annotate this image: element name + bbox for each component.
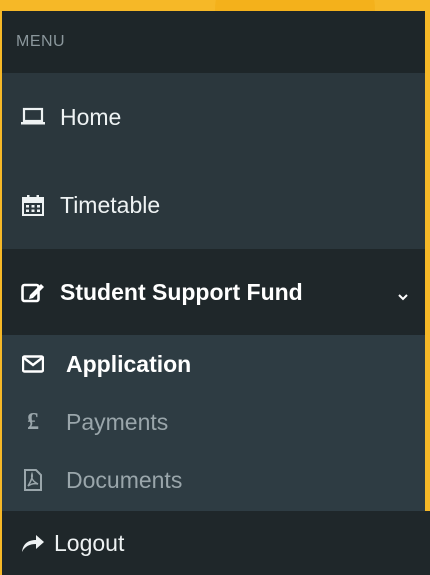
envelope-icon [20, 351, 46, 377]
submenu-item-documents[interactable]: Documents [2, 451, 425, 509]
sidebar-menu: MENU Home Timetable Student Support Fund… [2, 11, 430, 575]
chevron-down-icon[interactable] [395, 284, 411, 301]
logout-button[interactable]: Logout [2, 511, 430, 575]
submenu-item-label: Application [66, 350, 192, 377]
pdf-file-icon [20, 467, 46, 493]
laptop-icon [20, 104, 46, 130]
submenu: Application £ Payments Documents [2, 335, 425, 515]
submenu-item-label: Documents [66, 466, 183, 493]
share-arrow-icon [20, 530, 50, 556]
sidebar-item-home[interactable]: Home [2, 73, 425, 161]
pound-icon: £ [27, 408, 39, 435]
menu-header: MENU [2, 11, 425, 73]
sidebar-item-label: Student Support Fund [60, 278, 303, 305]
submenu-item-application[interactable]: Application [2, 335, 425, 393]
edit-icon [20, 279, 46, 305]
calendar-icon [20, 192, 46, 218]
logout-label: Logout [54, 529, 125, 556]
sidebar-item-timetable[interactable]: Timetable [2, 161, 425, 249]
submenu-item-payments[interactable]: £ Payments [2, 393, 425, 451]
submenu-item-label: Payments [66, 408, 169, 435]
sidebar-item-student-support-fund[interactable]: Student Support Fund [2, 249, 425, 335]
sidebar-item-label: Timetable [60, 191, 161, 218]
sidebar-item-label: Home [60, 103, 122, 130]
